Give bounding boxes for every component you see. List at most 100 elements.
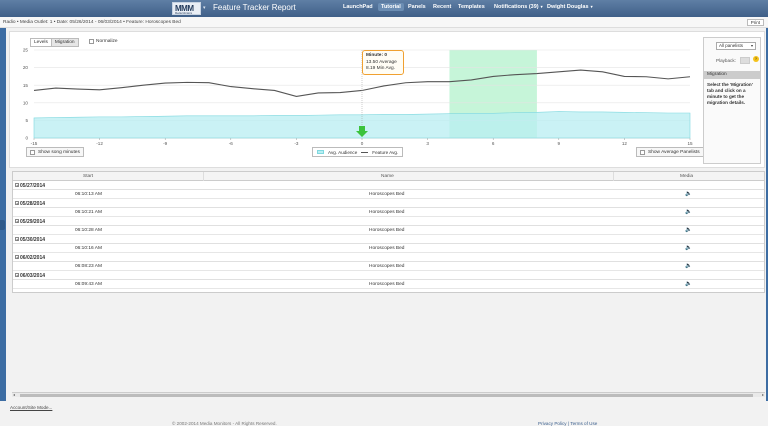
date-group-header[interactable]: +05/29/2014 <box>13 217 764 226</box>
expand-icon[interactable]: + <box>15 201 19 206</box>
song-minutes-checkbox[interactable] <box>30 149 35 155</box>
date-group-header[interactable]: +05/30/2014 <box>13 235 764 244</box>
column-header-media[interactable]: Media <box>680 174 693 179</box>
scrollbar-thumb[interactable] <box>20 394 753 397</box>
company-logo[interactable]: MMM Media Monitors <box>172 2 201 15</box>
table-row[interactable]: 06:10:13 AM Horoscopes Bed 🔈 <box>13 190 764 199</box>
y-tick-label: 20 <box>23 65 29 70</box>
help-icon[interactable]: ? <box>753 56 759 62</box>
nav-user-menu[interactable]: Dwight Douglas ▾ <box>547 4 593 10</box>
tooltip-title: Minute: 0 <box>366 53 388 58</box>
row-start-time: 06:10:21 AM <box>75 210 102 215</box>
x-tick-label: 12 <box>622 141 628 146</box>
y-tick-label: 0 <box>25 136 28 141</box>
row-start-time: 06:10:13 AM <box>75 192 102 197</box>
table-row[interactable]: 06:10:21 AM Horoscopes Bed 🔈 <box>13 208 764 217</box>
terms-of-use-link[interactable]: Terms of Use <box>570 421 597 426</box>
group-date: 06/02/2014 <box>20 255 46 261</box>
sidebar-toggle-handle[interactable] <box>0 220 5 230</box>
chart-plot[interactable]: 0 5 10 15 20 25 -15 -12 -9 -6 -3 0 3 6 9 12 15 <box>10 47 700 147</box>
chevron-down-icon: ▾ <box>590 4 593 9</box>
speaker-icon[interactable]: 🔈 <box>685 281 692 287</box>
copyright-text: © 2002-2014 Media Monitors - All Rights … <box>172 421 277 426</box>
nav-recent[interactable]: Recent <box>433 4 451 10</box>
nav-templates[interactable]: Templates <box>458 4 485 10</box>
average-panelists-label: Show Average Panelists <box>648 149 700 155</box>
x-tick-label: -9 <box>163 141 168 146</box>
column-header-start[interactable]: Start <box>83 174 93 179</box>
average-panelists-checkbox[interactable] <box>640 149 645 155</box>
scroll-left-icon[interactable]: ◂ <box>13 392 15 397</box>
y-tick-label: 15 <box>23 83 29 88</box>
y-tick-label: 25 <box>23 48 29 53</box>
tab-migration[interactable]: Migration <box>50 38 79 47</box>
speaker-icon[interactable]: 🔈 <box>685 245 692 251</box>
x-tick-label: 9 <box>558 141 561 146</box>
scroll-right-icon[interactable]: ▸ <box>762 392 764 397</box>
normalize-toggle[interactable]: Normalize <box>89 39 118 44</box>
migration-instructions: Select the 'Migration' tab and click on … <box>707 82 753 105</box>
nav-tutorial[interactable]: Tutorial <box>378 3 404 11</box>
horizontal-scrollbar[interactable]: ◂ ▸ <box>12 392 765 397</box>
x-tick-label: 6 <box>492 141 495 146</box>
date-group-header[interactable]: +06/02/2014 <box>13 253 764 262</box>
expand-icon[interactable]: + <box>15 255 19 260</box>
footer-links: Privacy Policy | Terms of Use <box>538 421 597 426</box>
x-tick-label: -15 <box>31 141 38 146</box>
playback-label: Playback: <box>716 58 736 63</box>
chart-panel: Levels Migration Normalize 0 5 10 15 20 25 -15 -… <box>9 31 765 168</box>
nav-notifications-label: Notifications (39) <box>494 4 539 10</box>
y-tick-label: 10 <box>23 100 29 105</box>
expand-icon[interactable]: + <box>15 273 19 278</box>
table-row[interactable]: 06:08:23 AM Horoscopes Bed 🔈 <box>13 262 764 271</box>
logo-subtitle: Media Monitors <box>175 12 193 15</box>
play-button[interactable] <box>740 57 750 64</box>
breadcrumb: Radio • Media Outlet: 1 • Date: 05/26/20… <box>3 20 181 25</box>
group-date: 05/29/2014 <box>20 219 46 225</box>
logo-menu-caret-icon[interactable]: ▾ <box>203 5 206 11</box>
legend-swatch-audience <box>317 150 324 154</box>
left-side-strip <box>0 28 6 401</box>
y-tick-label: 5 <box>25 118 28 123</box>
column-divider <box>613 172 614 181</box>
show-song-minutes-button[interactable]: Show song minutes <box>26 147 84 157</box>
row-feature-name: Horoscopes Bed <box>369 282 405 287</box>
expand-icon[interactable]: + <box>15 183 19 188</box>
column-divider <box>203 172 204 181</box>
table-header: Start Name Media <box>13 172 764 181</box>
panelists-select-value: All panelists <box>719 43 744 48</box>
privacy-policy-link[interactable]: Privacy Policy <box>538 421 567 426</box>
chart-tabs: Levels Migration <box>30 38 79 47</box>
expand-icon[interactable]: + <box>15 219 19 224</box>
date-group-header[interactable]: +05/27/2014 <box>13 181 764 190</box>
speaker-icon[interactable]: 🔈 <box>685 209 692 215</box>
app-title: Feature Tracker Report <box>213 3 296 12</box>
date-group-header[interactable]: +06/03/2014 <box>13 271 764 280</box>
column-header-name[interactable]: Name <box>381 174 394 179</box>
x-tick-label: 15 <box>687 141 693 146</box>
nav-panels[interactable]: Panels <box>408 4 426 10</box>
tooltip-average: 13.50 Average <box>366 59 397 65</box>
normalize-checkbox[interactable] <box>89 39 94 44</box>
table-row[interactable]: 06:09:43 AM Horoscopes Bed 🔈 <box>13 280 764 289</box>
show-average-panelists-button[interactable]: Show Average Panelists <box>636 147 704 157</box>
x-tick-label: -3 <box>294 141 299 146</box>
panelists-select[interactable]: All panelists ▾ <box>716 42 756 50</box>
feature-table: Start Name Media +05/27/2014 06:10:13 AM H… <box>12 171 765 293</box>
nav-launchpad[interactable]: LaunchPad <box>343 4 373 10</box>
chart-legend: Avg. Audience Feature Avg. <box>312 147 404 157</box>
group-date: 05/30/2014 <box>20 237 46 243</box>
expand-icon[interactable]: + <box>15 237 19 242</box>
tab-levels[interactable]: Levels <box>30 38 52 47</box>
table-row[interactable]: 06:10:16 AM Horoscopes Bed 🔈 <box>13 244 764 253</box>
nav-notifications[interactable]: Notifications (39) ▾ <box>494 4 543 10</box>
speaker-icon[interactable]: 🔈 <box>685 191 692 197</box>
speaker-icon[interactable]: 🔈 <box>685 227 692 233</box>
print-button[interactable]: Print <box>746 19 764 26</box>
chevron-down-icon: ▾ <box>540 4 543 9</box>
date-group-header[interactable]: +05/28/2014 <box>13 199 764 208</box>
tooltip-min-average: 8.19 Min Avg. <box>366 66 395 71</box>
table-row[interactable]: 06:10:28 AM Horoscopes Bed 🔈 <box>13 226 764 235</box>
account-site-mode-link[interactable]: Account/Site Mode... <box>10 405 52 410</box>
speaker-icon[interactable]: 🔈 <box>685 263 692 269</box>
